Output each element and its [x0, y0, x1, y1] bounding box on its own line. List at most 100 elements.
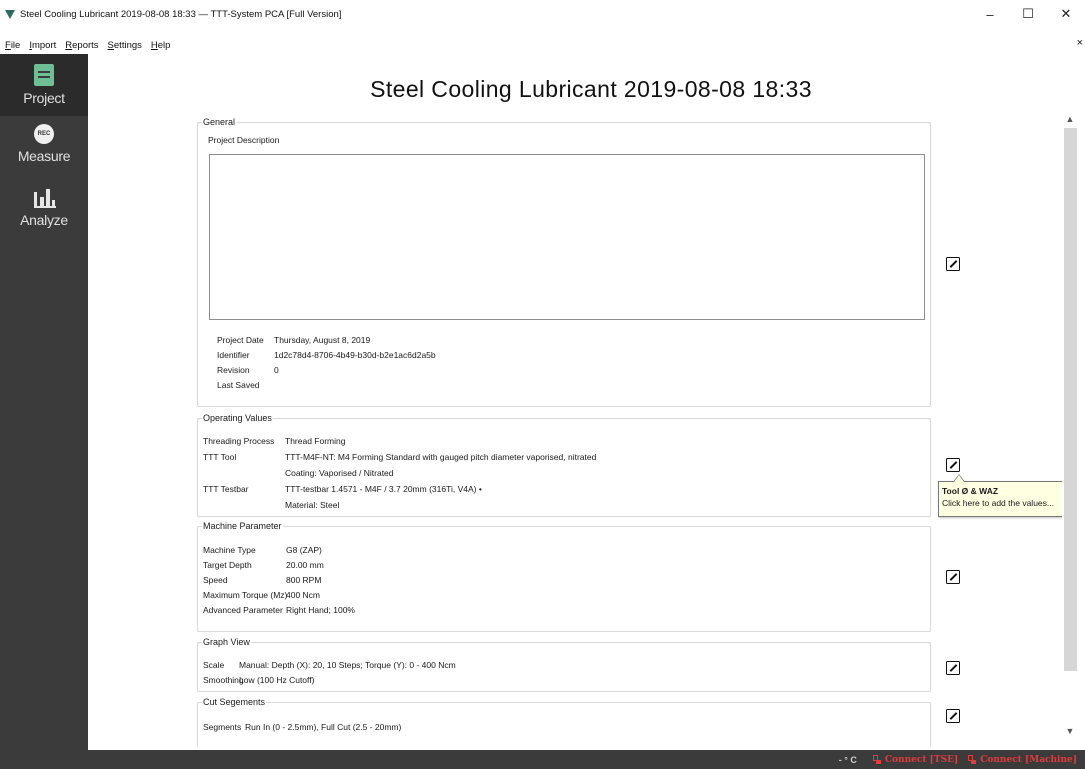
field-row: Maximum Torque (Mz) 400 Ncm [203, 589, 320, 602]
field-row: Identifier 1d2c78d4-8706-4b49-b30d-b2e1a… [217, 349, 436, 362]
general-group: General Project Description Project Date… [197, 117, 931, 407]
group-title: General [203, 117, 236, 127]
scrollbar-thumb[interactable] [1064, 128, 1077, 671]
tooltip-pointer [953, 474, 965, 482]
sidebar-item-analyze[interactable]: Analyze [0, 186, 88, 236]
field-row: Threading Process Thread Forming [203, 435, 345, 448]
sidebar-item-label: Project [23, 90, 65, 106]
field-label: Project Date [217, 335, 264, 345]
field-value: 400 Ncm [286, 590, 321, 600]
field-row: Speed 800 RPM [203, 574, 321, 587]
field-value: 20.00 mm [286, 560, 324, 570]
connect-tse-label: Connect [TSE] [884, 754, 959, 765]
tooltip-body: Click here to add the values... [942, 498, 1054, 508]
close-project-icon[interactable]: × [1077, 37, 1083, 49]
record-icon: REC [34, 124, 54, 144]
field-row: Material: Steel [203, 499, 339, 512]
edit-cut-segments-button[interactable] [946, 709, 960, 723]
menu-file[interactable]: File [5, 40, 20, 51]
document-icon [34, 64, 54, 86]
group-title: Machine Parameter [203, 521, 282, 531]
field-label: Revision [217, 365, 250, 375]
window-controls: – ☐ ✕ [971, 0, 1085, 28]
field-value: Thread Forming [285, 436, 346, 446]
group-title: Graph View [203, 637, 250, 647]
plug-icon [968, 754, 977, 765]
field-value: Material: Steel [285, 500, 340, 510]
field-value: Right Hand; 100% [286, 605, 355, 615]
tool-values-tooltip: Tool Ø & WAZ Click here to add the value… [938, 474, 1070, 517]
menu-import[interactable]: Import [29, 40, 56, 51]
app-logo-icon [5, 9, 15, 19]
field-value: Coating: Vaporised / Nitrated [285, 468, 394, 478]
graph-view-group: Graph View Scale Manual: Depth (X): 20, … [197, 637, 931, 692]
field-label: TTT Testbar [203, 484, 249, 494]
sidebar-item-project[interactable]: Project [0, 54, 88, 116]
field-value: Manual: Depth (X): 20, 10 Steps; Torque … [239, 660, 456, 670]
sidebar-item-label: Measure [17, 148, 71, 164]
bar-chart-icon [32, 186, 56, 208]
field-row: Advanced Parameter Right Hand; 100% [203, 604, 355, 617]
field-row: Smoothing Low (100 Hz Cutoff) [203, 674, 314, 687]
temperature-readout: - ° C [838, 754, 857, 765]
maximize-button[interactable]: ☐ [1009, 0, 1047, 28]
field-label: Identifier [217, 350, 250, 360]
edit-graph-view-button[interactable] [946, 661, 960, 675]
page-title: Steel Cooling Lubricant 2019-08-08 18:33 [370, 76, 812, 102]
menu-help[interactable]: Help [151, 40, 171, 51]
edit-machine-parameter-button[interactable] [946, 570, 960, 584]
group-title: Operating Values [203, 413, 272, 423]
field-value: Thursday, August 8, 2019 [274, 335, 371, 345]
field-row: Machine Type G8 (ZAP) [203, 544, 322, 557]
field-label: Target Depth [203, 560, 252, 570]
field-value: TTT-M4F-NT: M4 Forming Standard with gau… [285, 452, 597, 462]
field-row: Last Saved [217, 379, 274, 392]
field-value: 1d2c78d4-8706-4b49-b30d-b2e1ac6d2a5b [274, 350, 436, 360]
project-description-box [209, 154, 925, 320]
sidebar-item-label: Analyze [20, 212, 68, 228]
menu-bar: File Import Reports Settings Help × [0, 37, 1085, 54]
field-value: Low (100 Hz Cutoff) [239, 675, 315, 685]
field-row: Revision 0 [217, 364, 279, 377]
field-row: TTT Tool TTT-M4F-NT: M4 Forming Standard… [203, 451, 596, 464]
window-title: Steel Cooling Lubricant 2019-08-08 18:33… [20, 8, 342, 20]
edit-operating-values-button[interactable] [946, 458, 960, 472]
scroll-up-icon[interactable]: ▲ [1062, 112, 1078, 126]
field-value: G8 (ZAP) [286, 545, 322, 555]
field-label: TTT Tool [203, 452, 237, 462]
field-label: Advanced Parameter [203, 605, 283, 615]
field-label: Smoothing [203, 675, 244, 685]
field-row: Target Depth 20.00 mm [203, 559, 324, 572]
field-value: Run In (0 - 2.5mm), Full Cut (2.5 - 20mm… [245, 722, 402, 732]
project-description-label: Project Description [208, 135, 280, 145]
field-row: Coating: Vaporised / Nitrated [203, 467, 394, 480]
menu-reports[interactable]: Reports [65, 40, 98, 51]
field-label [203, 467, 285, 480]
field-row: Segments Run In (0 - 2.5mm), Full Cut (2… [203, 721, 401, 734]
field-label: Segments [203, 722, 242, 732]
edit-general-button[interactable] [946, 257, 960, 271]
minimize-button[interactable]: – [971, 0, 1009, 28]
field-label [203, 499, 285, 512]
sidebar-item-measure[interactable]: REC Measure [0, 124, 88, 172]
vertical-scrollbar[interactable]: ▲ ▼ [1062, 112, 1078, 738]
plug-icon [872, 754, 882, 765]
close-window-button[interactable]: ✕ [1047, 0, 1085, 28]
connect-machine-button[interactable]: Connect [Machine] [968, 754, 1077, 765]
field-value: 800 RPM [286, 575, 322, 585]
connect-tse-button[interactable]: Connect [TSE] [872, 754, 959, 765]
group-title: Cut Segements [203, 697, 266, 707]
menu-settings[interactable]: Settings [108, 40, 142, 51]
connect-machine-label: Connect [Machine] [980, 754, 1077, 765]
field-label: Last Saved [217, 380, 260, 390]
field-row: TTT Testbar TTT-testbar 1.4571 - M4F / 3… [203, 483, 482, 496]
machine-parameter-group: Machine Parameter Machine Type G8 (ZAP) … [197, 521, 931, 632]
field-label: Speed [203, 575, 228, 585]
field-label: Threading Process [203, 436, 275, 446]
field-label: Maximum Torque (Mz) [203, 590, 288, 600]
field-value: TTT-testbar 1.4571 - M4F / 3.7 20mm (316… [285, 484, 482, 494]
field-value: 0 [274, 365, 279, 375]
scroll-down-icon[interactable]: ▼ [1062, 724, 1078, 738]
field-row: Scale Manual: Depth (X): 20, 10 Steps; T… [203, 659, 456, 672]
field-row: Project Date Thursday, August 8, 2019 [217, 334, 370, 347]
